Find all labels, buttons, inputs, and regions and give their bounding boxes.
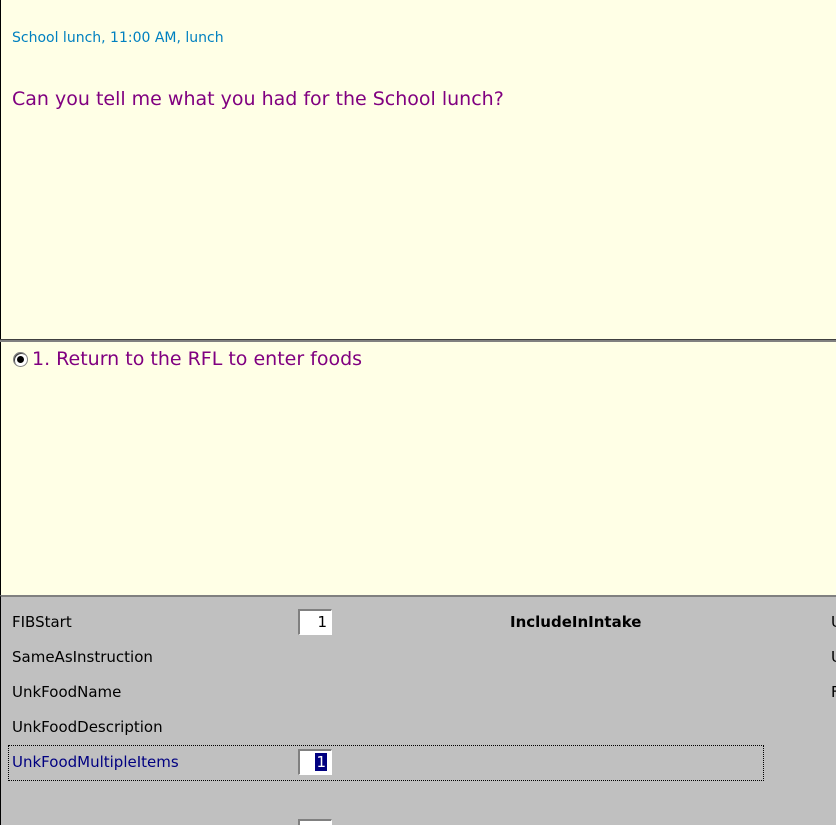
field-label-unkfooddescription: UnkFoodDescription bbox=[12, 718, 163, 736]
question-panel: School lunch, 11:00 AM, lunch Can you te… bbox=[0, 0, 836, 340]
field-label-sameasinstruction: SameAsInstruction bbox=[12, 648, 153, 666]
clipped-label: F bbox=[831, 683, 836, 701]
survey-form: School lunch, 11:00 AM, lunch Can you te… bbox=[0, 0, 836, 825]
answer-option-label: 1. Return to the RFL to enter foods bbox=[32, 348, 363, 370]
radio-selected-dot bbox=[17, 355, 24, 363]
field-label-includeinintake: IncludeInIntake bbox=[510, 613, 642, 631]
fields-panel: FIBStart 1 IncludeInIntake U SameAsInstr… bbox=[0, 595, 836, 825]
clipped-label: U bbox=[831, 648, 836, 666]
focus-outline bbox=[8, 745, 764, 781]
next-field-value-input[interactable] bbox=[298, 819, 332, 825]
fibstart-value-input[interactable]: 1 bbox=[298, 609, 332, 635]
question-text: Can you tell me what you had for the Sch… bbox=[12, 88, 504, 110]
clipped-label: U bbox=[831, 613, 836, 631]
field-label-fibstart: FIBStart bbox=[12, 613, 72, 631]
answer-panel: 1. Return to the RFL to enter foods bbox=[0, 342, 836, 595]
question-context: School lunch, 11:00 AM, lunch bbox=[12, 30, 224, 46]
radio-button[interactable] bbox=[13, 351, 28, 367]
field-label-unkfoodname: UnkFoodName bbox=[12, 683, 122, 701]
answer-option-1[interactable]: 1. Return to the RFL to enter foods bbox=[13, 348, 362, 370]
